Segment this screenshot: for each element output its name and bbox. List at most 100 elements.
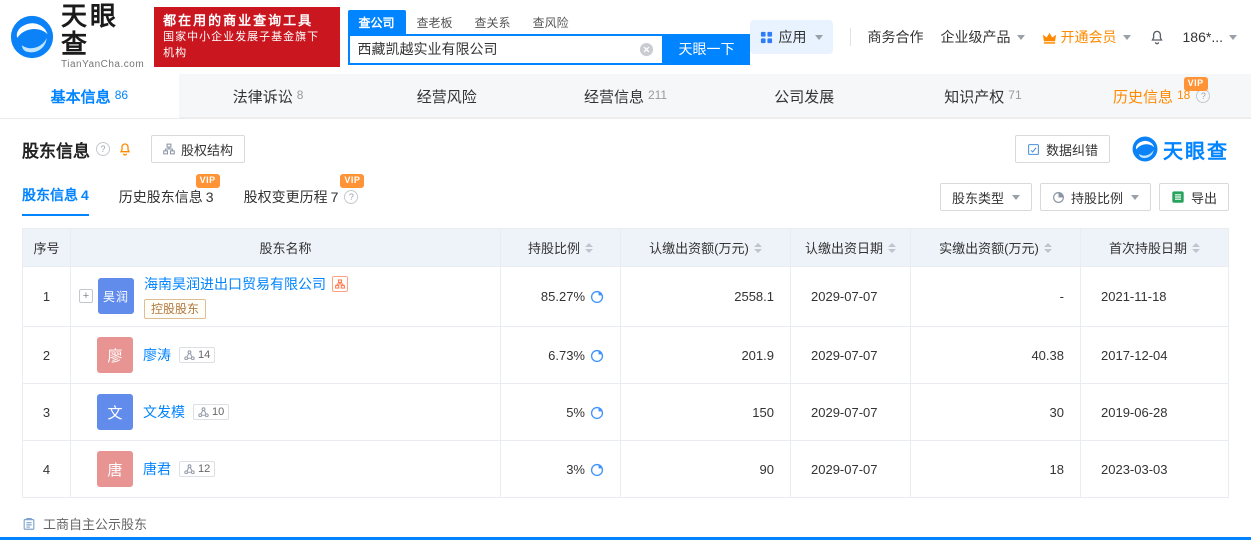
chevron-down-icon xyxy=(1017,35,1025,40)
avatar[interactable]: 唐 xyxy=(97,451,133,487)
equity-structure-icon[interactable] xyxy=(332,276,348,292)
col-header-label: 首次持股日期 xyxy=(1109,238,1187,257)
section-title: 股东信息 xyxy=(22,137,90,162)
subscribed-amount: 90 xyxy=(621,441,791,498)
col-header-sub-date[interactable]: 认缴出资日期 xyxy=(791,229,911,267)
search-button[interactable]: 天眼一下 xyxy=(664,34,750,65)
paid-amount: 18 xyxy=(911,441,1081,498)
expand-row-button[interactable]: + xyxy=(79,289,93,303)
col-header-first-date[interactable]: 首次持股日期 xyxy=(1081,229,1229,267)
tab-operating-info[interactable]: 经营信息211 xyxy=(536,74,715,118)
subtab-history-shareholders[interactable]: VIP 历史股东信息 3 xyxy=(119,187,214,216)
sort-icon[interactable] xyxy=(585,243,593,253)
holding-ratio-dropdown[interactable]: 持股比例 xyxy=(1040,183,1151,211)
promo-line2: 国家中小企业发展子基金旗下机构 xyxy=(163,30,330,62)
table-footnote: 工商自主公示股东 xyxy=(22,514,1229,533)
tab-count: 18 xyxy=(1177,88,1190,102)
apps-menu-label: 应用 xyxy=(779,27,807,47)
tab-operating-risk[interactable]: 经营风险 xyxy=(357,74,536,118)
paid-amount: - xyxy=(911,267,1081,327)
tab-label: 知识产权 xyxy=(944,86,1004,107)
partner-count-badge[interactable]: 14 xyxy=(179,347,215,363)
row-index: 4 xyxy=(23,441,71,498)
tianyancha-logo-icon xyxy=(1132,136,1158,162)
sort-icon[interactable] xyxy=(888,243,896,253)
org-chart-icon xyxy=(163,143,175,155)
help-icon[interactable]: ? xyxy=(96,142,110,156)
search-tab-relation[interactable]: 查关系 xyxy=(464,10,522,34)
promo-line1: 都在用的商业查询工具 xyxy=(163,12,330,31)
tab-legal-litigation[interactable]: 法律诉讼 8 xyxy=(179,74,358,118)
row-index: 1 xyxy=(23,267,71,327)
help-icon[interactable]: ? xyxy=(1196,89,1210,103)
help-icon[interactable]: ? xyxy=(344,190,358,204)
shareholder-type-dropdown[interactable]: 股东类型 xyxy=(940,183,1032,211)
avatar[interactable]: 文 xyxy=(97,394,133,430)
nav-enterprise-products[interactable]: 企业级产品 xyxy=(941,27,1025,47)
pie-chart-icon[interactable] xyxy=(590,463,604,477)
sort-icon[interactable] xyxy=(1192,243,1200,253)
data-correction-button[interactable]: 数据纠错 xyxy=(1015,135,1110,163)
avatar[interactable]: 昊润 xyxy=(98,278,134,314)
row-index: 2 xyxy=(23,327,71,384)
nav-enterprise-products-label: 企业级产品 xyxy=(941,27,1011,47)
shareholder-name-link[interactable]: 海南昊润进出口贸易有限公司 xyxy=(144,274,326,294)
partner-count-badge[interactable]: 10 xyxy=(193,404,229,420)
subscribed-date: 2029-07-07 xyxy=(791,267,911,327)
col-header-subscribed[interactable]: 认缴出资额(万元) xyxy=(621,229,791,267)
pie-chart-icon[interactable] xyxy=(590,349,604,363)
apps-menu[interactable]: 应用 xyxy=(750,20,833,54)
account-menu[interactable]: 186*... xyxy=(1183,29,1237,45)
tab-label: 法律诉讼 xyxy=(233,86,293,107)
equity-structure-button[interactable]: 股权结构 xyxy=(151,135,245,163)
col-header-ratio[interactable]: 持股比例 xyxy=(501,229,621,267)
logo-text: 天眼查 xyxy=(61,3,144,58)
first-holding-date: 2021-11-18 xyxy=(1081,267,1229,327)
shareholder-subtabs: 股东信息 4 VIP 历史股东信息 3 VIP 股权变更历程 7 ? 股东类型 … xyxy=(22,183,1229,216)
nav-open-vip[interactable]: 开通会员 xyxy=(1042,27,1131,47)
chevron-down-icon xyxy=(815,35,823,40)
col-header-paid[interactable]: 实缴出资额(万元) xyxy=(911,229,1081,267)
tab-intellectual-property[interactable]: 知识产权71 xyxy=(894,74,1073,118)
tianyancha-logo[interactable]: 天眼查 TianYanCha.com xyxy=(10,3,144,70)
tab-history-info[interactable]: VIP 历史信息18 ? xyxy=(1072,74,1251,118)
search-tab-company[interactable]: 查公司 xyxy=(348,10,406,34)
clear-input-icon[interactable] xyxy=(639,42,654,57)
subtab-label: 历史股东信息 xyxy=(119,187,203,207)
shareholder-name-link[interactable]: 廖涛 xyxy=(143,345,171,365)
export-button[interactable]: 导出 xyxy=(1159,183,1229,211)
account-phone: 186*... xyxy=(1183,29,1223,45)
shareholder-name-link[interactable]: 唐君 xyxy=(143,459,171,479)
col-header-name: 股东名称 xyxy=(71,229,501,267)
subscribed-date: 2029-07-07 xyxy=(791,384,911,441)
nav-open-vip-label: 开通会员 xyxy=(1061,27,1117,47)
avatar[interactable]: 廖 xyxy=(97,337,133,373)
subscribe-bell-icon[interactable] xyxy=(117,141,133,157)
notification-bell-icon[interactable] xyxy=(1148,28,1166,46)
tab-basic-info[interactable]: 基本信息86 xyxy=(0,74,179,118)
first-holding-date: 2019-06-28 xyxy=(1081,384,1229,441)
tab-company-development[interactable]: 公司发展 xyxy=(715,74,894,118)
equity-structure-label: 股权结构 xyxy=(181,140,233,159)
subtab-shareholders[interactable]: 股东信息 4 xyxy=(22,185,89,216)
subtab-equity-change-history[interactable]: VIP 股权变更历程 7 ? xyxy=(244,187,359,216)
holding-ratio-value: 5% xyxy=(566,405,585,420)
subscribed-amount: 150 xyxy=(621,384,791,441)
search-input[interactable] xyxy=(358,41,639,57)
search-tab-boss[interactable]: 查老板 xyxy=(406,10,464,34)
tab-count: 8 xyxy=(297,88,304,102)
shareholder-section: 股东信息 ? 股权结构 数据纠错 天眼查 xyxy=(0,119,1251,533)
network-icon xyxy=(184,464,195,475)
pie-chart-icon[interactable] xyxy=(590,290,604,304)
holding-ratio-value: 3% xyxy=(566,462,585,477)
pie-chart-icon[interactable] xyxy=(590,406,604,420)
crown-icon xyxy=(1042,30,1057,45)
shareholders-table: 序号 股东名称 持股比例 认缴出资额(万元) 认缴出资日期 实缴出资额(万元) … xyxy=(22,228,1229,498)
nav-business-cooperation[interactable]: 商务合作 xyxy=(868,27,924,47)
sort-icon[interactable] xyxy=(1044,243,1052,253)
sort-icon[interactable] xyxy=(754,243,762,253)
shareholder-name-link[interactable]: 文发模 xyxy=(143,402,185,422)
search-tab-risk[interactable]: 查风险 xyxy=(522,10,580,34)
col-header-index: 序号 xyxy=(23,229,71,267)
partner-count-badge[interactable]: 12 xyxy=(179,461,215,477)
